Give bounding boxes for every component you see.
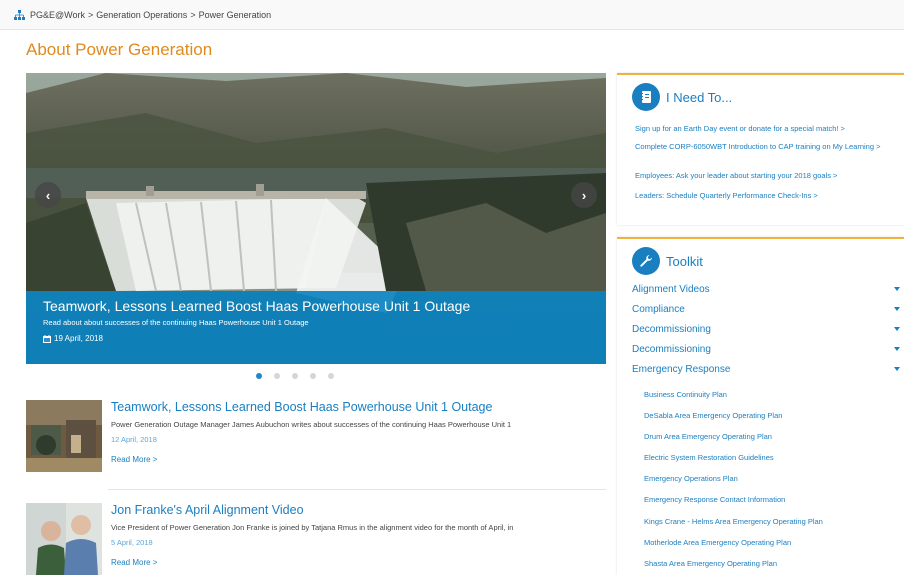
news-carousel[interactable]: ‹ › Teamwork, Lessons Learned Boost Haas… — [26, 73, 606, 364]
carousel-prev-button[interactable]: ‹ — [35, 182, 61, 208]
news-divider — [108, 489, 606, 490]
carousel-description: Read about about successes of the contin… — [43, 318, 309, 327]
toolkit-panel: Toolkit Alignment Videos Compliance Deco… — [617, 237, 904, 575]
carousel-dot-4[interactable] — [310, 373, 316, 379]
caret-down-icon — [894, 327, 900, 331]
toolkit-category-emergency-response[interactable]: Emergency Response — [632, 364, 900, 375]
i-need-to-link[interactable]: Employees: Ask your leader about startin… — [635, 171, 890, 181]
chevron-left-icon: ‹ — [45, 187, 51, 203]
caret-down-icon — [894, 367, 900, 371]
breadcrumb: PG&E@Work > Generation Operations > Powe… — [0, 0, 904, 30]
toolkit-category-decommissioning[interactable]: Decommissioning — [632, 324, 900, 335]
calendar-icon — [43, 334, 51, 343]
i-need-to-header: I Need To... — [632, 83, 732, 111]
toolkit-title: Toolkit — [666, 253, 703, 269]
carousel-title[interactable]: Teamwork, Lessons Learned Boost Haas Pow… — [43, 298, 606, 314]
news-description: Vice President of Power Generation Jon F… — [111, 523, 514, 532]
wrench-icon — [632, 247, 660, 275]
toolkit-link[interactable]: Business Continuity Plan — [644, 390, 727, 399]
breadcrumb-item-generation-operations[interactable]: Generation Operations — [96, 10, 187, 20]
toolkit-category-decommissioning[interactable]: Decommissioning — [632, 344, 900, 355]
news-item: Jon Franke's April Alignment Video Vice … — [26, 503, 606, 575]
page-title: About Power Generation — [26, 40, 213, 59]
news-title[interactable]: Teamwork, Lessons Learned Boost Haas Pow… — [111, 400, 492, 414]
i-need-to-link[interactable]: Sign up for an Earth Day event or donate… — [635, 124, 890, 134]
toolkit-link[interactable]: Emergency Operations Plan — [644, 474, 738, 483]
carousel-caption[interactable]: Teamwork, Lessons Learned Boost Haas Pow… — [26, 291, 606, 364]
carousel-dot-5[interactable] — [328, 373, 334, 379]
breadcrumb-separator: > — [87, 9, 94, 20]
news-thumbnail[interactable] — [26, 503, 102, 575]
caret-down-icon — [894, 287, 900, 291]
toolkit-link[interactable]: Emergency Response Contact Information — [644, 495, 785, 504]
toolkit-category-compliance[interactable]: Compliance — [632, 304, 900, 315]
carousel-next-button[interactable]: › — [571, 182, 597, 208]
toolkit-link[interactable]: Electric System Restoration Guidelines — [644, 453, 774, 462]
breadcrumb-separator: > — [190, 9, 196, 20]
toolkit-link[interactable]: Shasta Area Emergency Operating Plan — [644, 559, 777, 568]
toolkit-link[interactable]: DeSabla Area Emergency Operating Plan — [644, 411, 782, 420]
i-need-to-link[interactable]: Leaders: Schedule Quarterly Performance … — [635, 191, 890, 201]
news-thumbnail[interactable] — [26, 400, 102, 472]
news-date: 5 April, 2018 — [111, 538, 153, 547]
toolkit-link[interactable]: Motherlode Area Emergency Operating Plan — [644, 538, 791, 547]
toolkit-category-label: Compliance — [632, 304, 685, 315]
carousel-dot-2[interactable] — [274, 373, 280, 379]
notebook-icon — [632, 83, 660, 111]
carousel-date-text: 19 April, 2018 — [54, 334, 103, 343]
chevron-right-icon: › — [581, 187, 587, 203]
carousel-pagination — [256, 373, 334, 379]
news-date: 12 April, 2018 — [111, 435, 157, 444]
toolkit-header: Toolkit — [632, 247, 703, 275]
caret-down-icon — [894, 347, 900, 351]
breadcrumb-item-power-generation[interactable]: Power Generation — [199, 10, 272, 20]
carousel-dot-1[interactable] — [256, 373, 262, 379]
toolkit-category-label: Alignment Videos — [632, 284, 710, 295]
breadcrumb-item-home[interactable]: PG&E@Work — [30, 10, 85, 20]
i-need-to-panel: I Need To... Sign up for an Earth Day ev… — [617, 73, 904, 225]
toolkit-link[interactable]: Drum Area Emergency Operating Plan — [644, 432, 772, 441]
toolkit-link[interactable]: Kings Crane - Helms Area Emergency Opera… — [644, 517, 823, 526]
toolkit-category-label: Emergency Response — [632, 364, 731, 375]
carousel-dot-3[interactable] — [292, 373, 298, 379]
read-more-link[interactable]: Read More > — [111, 558, 157, 567]
i-need-to-link[interactable]: Complete CORP-6050WBT Introduction to CA… — [635, 142, 890, 152]
toolkit-category-label: Decommissioning — [632, 344, 711, 355]
toolkit-category-label: Decommissioning — [632, 324, 711, 335]
caret-down-icon — [894, 307, 900, 311]
sitemap-icon — [14, 9, 25, 20]
read-more-link[interactable]: Read More > — [111, 455, 157, 464]
news-description: Power Generation Outage Manager James Au… — [111, 420, 512, 429]
news-item: Teamwork, Lessons Learned Boost Haas Pow… — [26, 400, 606, 480]
i-need-to-title: I Need To... — [666, 89, 733, 105]
news-title[interactable]: Jon Franke's April Alignment Video — [111, 503, 304, 517]
toolkit-category-alignment-videos[interactable]: Alignment Videos — [632, 284, 900, 295]
carousel-date: 19 April, 2018 — [43, 334, 606, 343]
